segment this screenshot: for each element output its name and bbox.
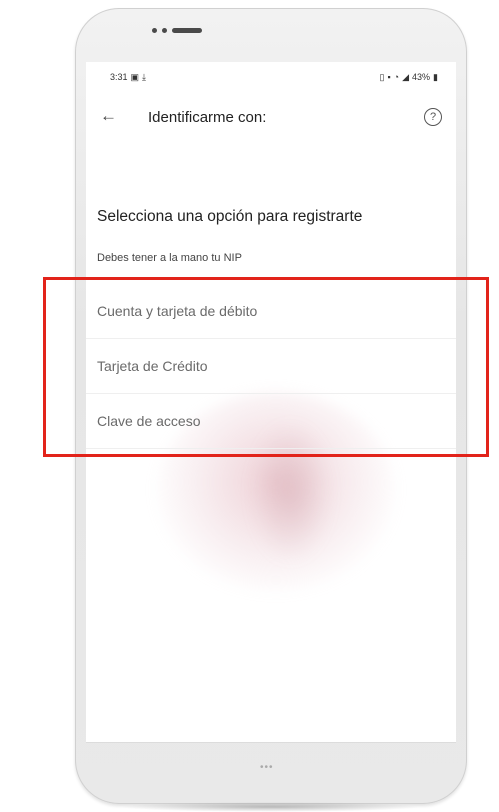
section-subheading: Debes tener a la mano tu NIP — [97, 252, 242, 264]
phone-shadow — [120, 802, 420, 812]
wifi-icon: ◔ — [393, 72, 400, 82]
phone-earpiece — [152, 28, 202, 33]
notification-icon: ▣ — [130, 71, 140, 82]
home-indicator-icon[interactable]: ••• — [260, 762, 274, 773]
download-icon: ⤓ — [142, 71, 147, 82]
signal-icon: ◢ — [402, 71, 410, 82]
sim-icon: ▪ — [387, 72, 391, 82]
navigation-bar: ••• — [86, 742, 456, 786]
battery-icon: ▮ — [433, 71, 438, 82]
vibrate-icon: ▯ — [379, 71, 385, 82]
highlight-box — [43, 277, 489, 457]
status-time: 3:31 — [110, 72, 128, 82]
app-bar: ← Identificarme con: ? — [86, 102, 456, 132]
status-bar: 3:31 ▣ ⤓ ▯ ▪ ◔ ◢ 43% ▮ — [110, 70, 438, 84]
page-title: Identificarme con: — [148, 109, 267, 126]
help-icon[interactable]: ? — [424, 108, 442, 126]
section-heading: Selecciona una opción para registrarte — [97, 208, 363, 225]
back-arrow-icon[interactable]: ← — [100, 106, 117, 126]
battery-percent: 43% — [412, 72, 431, 82]
